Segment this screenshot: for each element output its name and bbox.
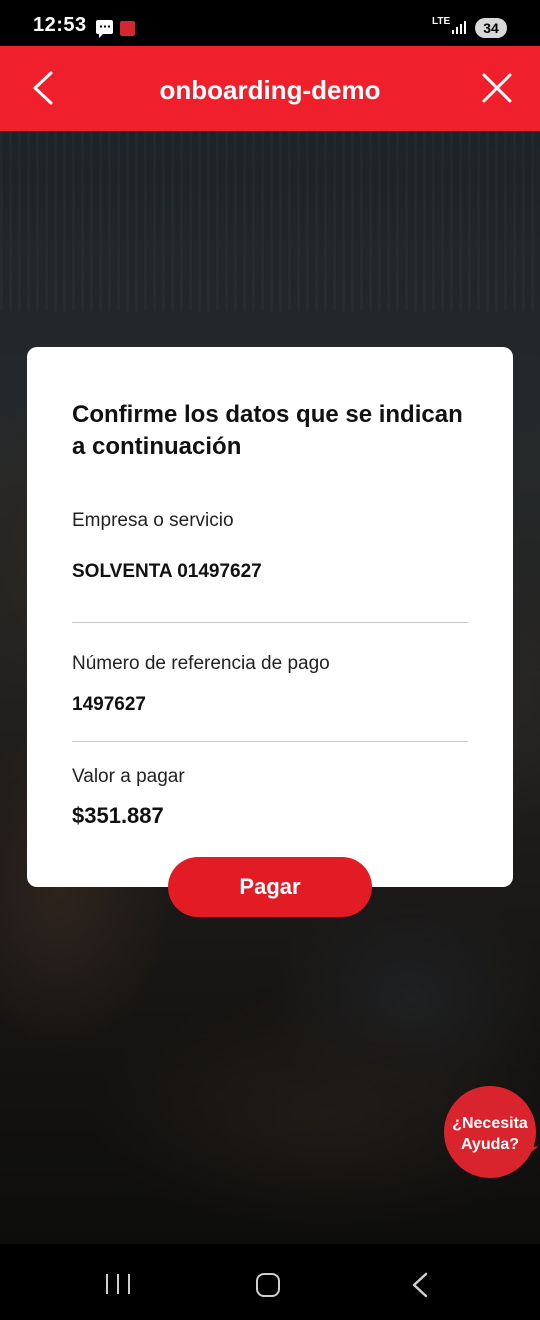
company-label: Empresa o servicio	[72, 510, 234, 531]
help-button[interactable]: ¿Necesita Ayuda?	[444, 1086, 536, 1178]
battery-indicator: 34	[475, 18, 507, 38]
recents-icon[interactable]	[104, 1272, 132, 1296]
reference-label: Número de referencia de pago	[72, 653, 330, 674]
app-notification-icon	[120, 21, 135, 36]
home-icon[interactable]	[256, 1273, 280, 1297]
confirmation-card: Confirme los datos que se indican a cont…	[27, 347, 513, 887]
help-label: ¿Necesita Ayuda?	[452, 1115, 528, 1153]
divider	[72, 741, 468, 742]
divider	[72, 622, 468, 623]
network-type: LTE	[432, 16, 451, 27]
confirmation-title: Confirme los datos que se indican a cont…	[72, 401, 463, 460]
status-time: 12:53	[33, 14, 87, 36]
close-icon[interactable]	[479, 70, 515, 106]
reference-value: 1497627	[72, 694, 146, 715]
signal-icon	[452, 20, 468, 34]
navigation-bar	[0, 1244, 540, 1320]
company-value: SOLVENTA 01497627	[72, 561, 262, 582]
message-icon	[96, 20, 113, 38]
app-header: onboarding-demo	[0, 46, 540, 131]
amount-label: Valor a pagar	[72, 766, 185, 787]
back-icon[interactable]	[408, 1271, 432, 1299]
pay-button[interactable]: Pagar	[168, 857, 372, 917]
amount-value: $351.887	[72, 803, 164, 828]
page-title: onboarding-demo	[159, 75, 381, 105]
chevron-left-icon[interactable]	[25, 70, 61, 106]
